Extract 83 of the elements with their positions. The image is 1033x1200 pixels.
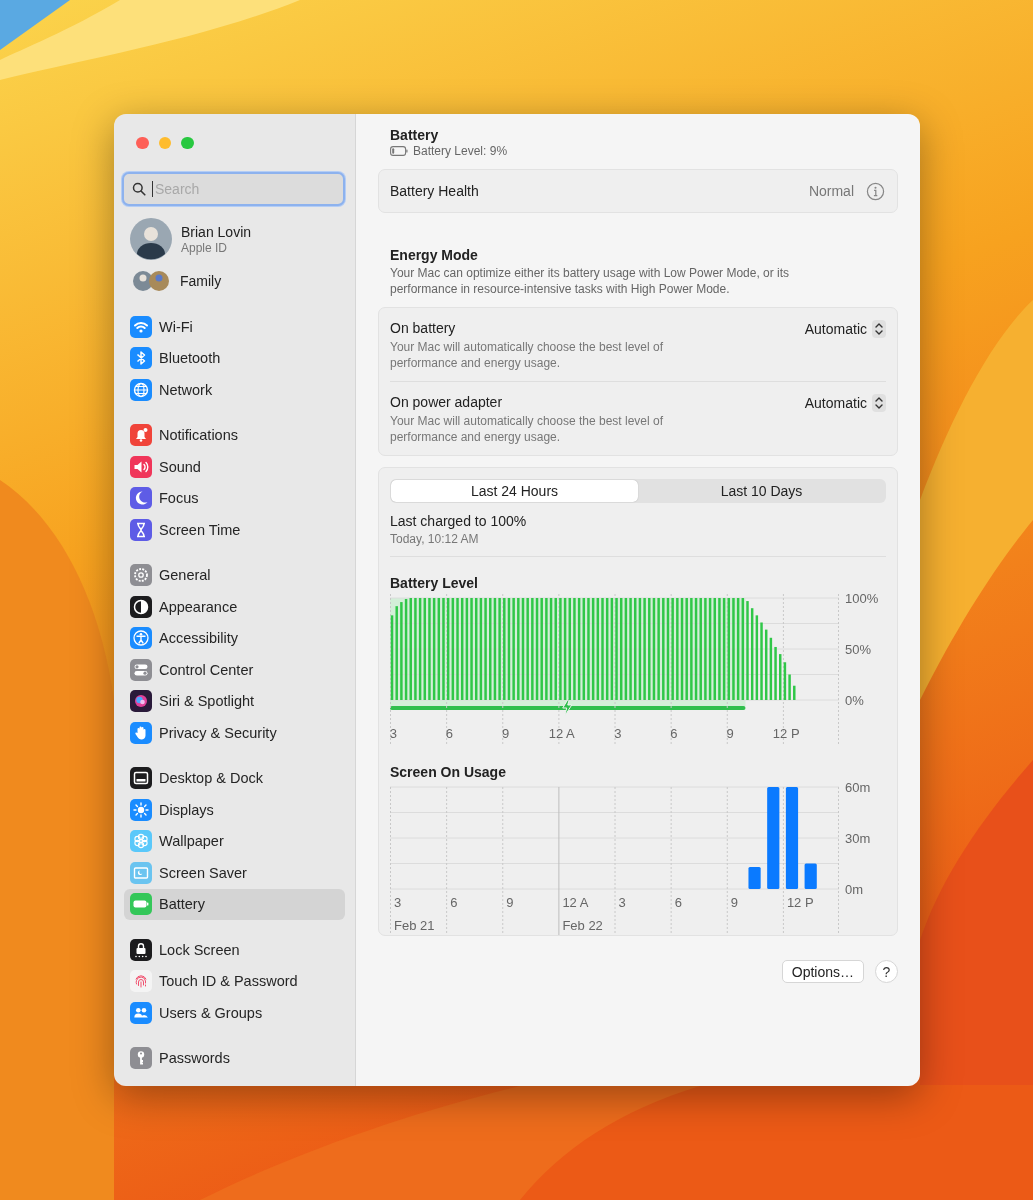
axis-label: 0% — [845, 693, 864, 708]
account-subtitle: Apple ID — [181, 240, 229, 255]
energy-mode-select[interactable]: Automatic — [804, 394, 886, 412]
sidebar-item[interactable]: Siri & Spotlight — [124, 685, 345, 717]
axis-label: 12 A — [562, 895, 589, 910]
options-button[interactable]: Options… — [781, 960, 864, 983]
chart-title: Screen On Usage — [390, 764, 507, 780]
minimize-button[interactable] — [158, 136, 171, 150]
axis-label: 6 — [670, 726, 678, 741]
last-charged-text: Last charged to 100% — [390, 513, 528, 529]
sidebar-item[interactable]: Privacy & Security — [124, 717, 345, 749]
date-label: Feb 22 — [562, 918, 603, 933]
axis-label: 9 — [501, 726, 510, 741]
setting-description: Your Mac will automatically choose the best level of performance and energy usage. — [390, 339, 665, 371]
axis-label: 3 — [390, 726, 397, 741]
battery-icon — [390, 146, 408, 156]
axis-label: 6 — [445, 726, 454, 741]
bar — [804, 863, 817, 889]
bar — [748, 866, 761, 889]
axis-label: 3 — [618, 895, 626, 910]
section-title: Energy Mode — [390, 247, 479, 263]
section-description: Your Mac can optimize either its battery usage with Low Power Mode, or its performance in resource-intensive tasks with High Power Mode. — [390, 265, 791, 297]
search-icon — [132, 182, 146, 196]
sidebar-item[interactable]: Appearance — [124, 591, 345, 623]
zoom-button[interactable] — [181, 136, 194, 150]
axis-label: 6 — [450, 895, 458, 910]
sidebar-item[interactable]: Desktop & Dock — [124, 762, 345, 794]
last-charged-time: Today, 10:12 AM — [390, 532, 480, 546]
bar — [793, 685, 796, 700]
battery-level-text: Battery Level: 9% — [413, 144, 508, 158]
sidebar-item[interactable]: Displays — [124, 794, 345, 826]
setting-description: Your Mac will automatically choose the best level of performance and energy usage. — [390, 413, 665, 445]
axis-label: 12 P — [772, 726, 800, 741]
sidebar-item[interactable]: Screen Saver — [124, 857, 345, 889]
battery-health-value: Normal — [808, 183, 854, 199]
setting-label: On power adapter — [390, 394, 504, 410]
axis-label: 30m — [845, 831, 871, 846]
chart-title: Battery Level — [390, 575, 479, 591]
sidebar-item[interactable]: Sound — [124, 451, 345, 483]
sidebar-item[interactable]: Screen Time — [124, 514, 345, 546]
axis-label: 50% — [845, 642, 872, 657]
sidebar-item[interactable]: Notifications — [124, 419, 345, 451]
sidebar-item[interactable]: Control Center — [124, 654, 345, 686]
axis-label: 3 — [394, 895, 402, 910]
axis-label: 12 P — [786, 895, 814, 910]
axis-label: 0m — [845, 882, 864, 897]
axis-label: 60m — [845, 783, 871, 795]
sidebar-item[interactable]: Wi-Fi — [124, 311, 345, 343]
sidebar-item[interactable]: Users & Groups — [124, 997, 345, 1029]
family-avatars — [132, 270, 170, 292]
sidebar-item[interactable]: Bluetooth — [124, 342, 345, 374]
family-item[interactable]: Family — [180, 273, 222, 289]
date-label: Feb 21 — [394, 918, 435, 933]
sky-corner — [0, 0, 70, 50]
setting-label: On battery — [390, 320, 457, 336]
period-tab[interactable]: Last 24 Hours — [391, 480, 638, 502]
avatar — [130, 218, 172, 260]
chevrons-icon — [872, 320, 886, 338]
sidebar-item[interactable]: Network — [124, 374, 345, 406]
sidebar-item[interactable]: Focus — [124, 482, 345, 514]
sidebar-item[interactable]: Battery — [124, 888, 345, 920]
sidebar-item[interactable]: Touch ID & Password — [124, 965, 345, 997]
sidebar-item[interactable]: Passwords — [124, 1042, 345, 1074]
account-name[interactable]: Brian Lovin — [181, 223, 252, 240]
axis-label: 6 — [674, 895, 682, 910]
sidebar-item[interactable]: Accessibility — [124, 622, 345, 654]
axis-label: 9 — [506, 895, 514, 910]
axis-label: 9 — [726, 726, 734, 741]
sidebar-item[interactable]: Lock Screen — [124, 934, 345, 966]
help-button[interactable]: ? — [875, 960, 898, 983]
sidebar-item[interactable]: Wallpaper — [124, 825, 345, 857]
axis-label: 9 — [730, 895, 738, 910]
energy-mode-select[interactable]: Automatic — [804, 320, 886, 338]
axis-label: 12 A — [548, 726, 575, 741]
axis-label: 3 — [614, 726, 622, 741]
period-tab[interactable]: Last 10 Days — [638, 480, 885, 502]
chevrons-icon — [872, 394, 886, 412]
close-button[interactable] — [136, 136, 149, 150]
page-title: Battery — [390, 127, 440, 143]
info-icon[interactable] — [866, 181, 885, 201]
battery-health-label: Battery Health — [390, 183, 479, 199]
axis-label: 100% — [845, 594, 879, 606]
sidebar-item[interactable]: General — [124, 559, 345, 591]
